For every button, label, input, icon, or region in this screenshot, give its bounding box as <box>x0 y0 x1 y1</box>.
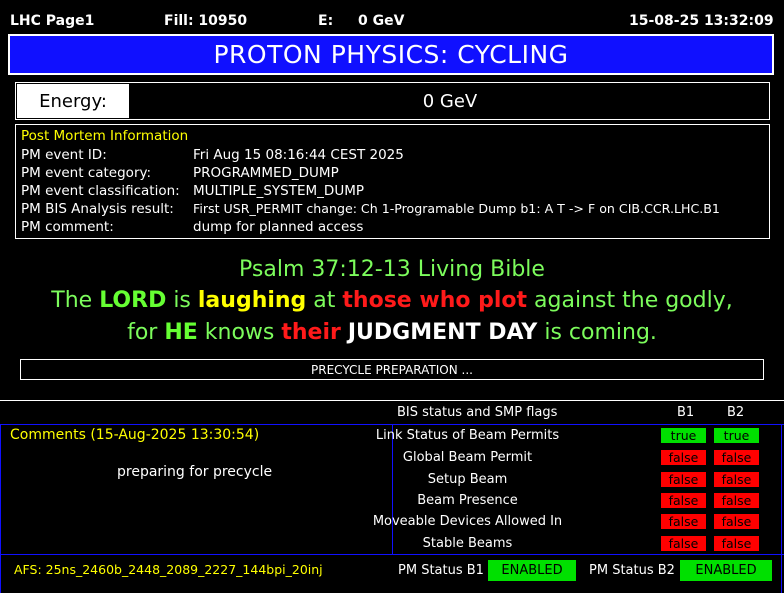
post-mortem-title: Post Mortem Information <box>21 128 189 144</box>
bis-flag-b1: false <box>661 493 706 508</box>
energy-value: 0 GeV <box>422 90 478 112</box>
pm-status-b1-value: ENABLED <box>488 560 576 581</box>
bis-flag-label: Setup Beam <box>427 472 508 487</box>
bis-flag-label: Global Beam Permit <box>402 450 533 465</box>
verse-line-2: for HE knows their JUDGMENT DAY is comin… <box>0 320 784 345</box>
bis-flag-b1: false <box>661 536 706 551</box>
comments-title: Comments (15-Aug-2025 13:30:54) <box>10 427 260 443</box>
page-name: LHC Page1 <box>10 13 95 29</box>
pm-row-label: PM BIS Analysis result: <box>21 201 174 217</box>
verse-text: at <box>306 288 343 313</box>
verse-text: knows <box>197 320 282 345</box>
verse-text: for <box>127 320 165 345</box>
energy-header-value: 0 GeV <box>358 13 405 29</box>
pm-row-value: dump for planned access <box>193 219 364 235</box>
bis-flag-b1: false <box>661 450 706 465</box>
energy-label: Energy: <box>17 84 129 118</box>
verse-text: is <box>166 288 198 313</box>
bis-flag-label: Stable Beams <box>422 536 513 551</box>
b1-header: B1 <box>677 405 695 420</box>
bis-flag-b2: false <box>714 514 759 529</box>
mode-banner: PROTON PHYSICS: CYCLING <box>8 34 774 75</box>
comments-text: preparing for precycle <box>117 464 273 480</box>
bis-flag-b1: false <box>661 514 706 529</box>
pm-row-label: PM event ID: <box>21 147 107 163</box>
fill-number: Fill: 10950 <box>164 13 248 29</box>
pm-status-b2-value: ENABLED <box>680 560 772 581</box>
afs-config: AFS: 25ns_2460b_2448_2089_2227_144bpi_20… <box>14 562 323 577</box>
pm-status-b2-label: PM Status B2 <box>589 563 675 578</box>
divider <box>0 554 784 555</box>
verse-text <box>341 320 348 345</box>
divider <box>781 424 782 593</box>
top-header: LHC Page1 Fill: 10950 E: 0 GeV 15-08-25 … <box>0 0 784 34</box>
verse-reference: Psalm 37:12-13 Living Bible <box>239 257 545 282</box>
verse-text: HE <box>164 320 198 345</box>
bis-flag-b2: true <box>714 428 759 443</box>
precycle-status: PRECYCLE PREPARATION ... <box>20 359 764 380</box>
bis-flag-b2: false <box>714 450 759 465</box>
verse-text: is coming. <box>537 320 657 345</box>
verse-text: those who plot <box>342 288 528 313</box>
pm-row-value: PROGRAMMED_DUMP <box>193 165 339 181</box>
verse-text: JUDGMENT DAY <box>347 320 538 345</box>
energy-header-label: E: <box>318 13 334 29</box>
bis-title: BIS status and SMP flags <box>397 405 558 420</box>
verse-text: The <box>51 288 100 313</box>
pm-status-b1-label: PM Status B1 <box>398 563 484 578</box>
divider <box>0 400 784 401</box>
bis-flag-b1: true <box>661 428 706 443</box>
pm-row-label: PM event classification: <box>21 183 180 199</box>
verse-text: their <box>281 320 341 345</box>
bis-flag-label: Beam Presence <box>417 493 518 508</box>
bis-flag-b1: false <box>661 472 706 487</box>
pm-row-label: PM comment: <box>21 219 114 235</box>
pm-row-value: Fri Aug 15 08:16:44 CEST 2025 <box>193 147 404 163</box>
divider <box>0 424 1 593</box>
datetime: 15-08-25 13:32:09 <box>629 13 774 29</box>
bis-flag-b2: false <box>714 493 759 508</box>
verse-line-1: The LORD is laughing at those who plot a… <box>0 288 784 313</box>
pm-row-label: PM event category: <box>21 165 152 181</box>
bis-flag-label: Moveable Devices Allowed In <box>372 514 563 529</box>
divider <box>392 424 393 554</box>
bis-flag-label: Link Status of Beam Permits <box>375 428 560 443</box>
pm-row-value: MULTIPLE_SYSTEM_DUMP <box>193 183 364 199</box>
bis-flag-b2: false <box>714 536 759 551</box>
bis-flag-b2: false <box>714 472 759 487</box>
verse-text: against the godly, <box>527 288 733 313</box>
verse-text: laughing <box>197 288 307 313</box>
pm-row-value: First USR_PERMIT change: Ch 1-Programabl… <box>193 201 720 216</box>
verse-text: LORD <box>99 288 167 313</box>
b2-header: B2 <box>727 405 745 420</box>
